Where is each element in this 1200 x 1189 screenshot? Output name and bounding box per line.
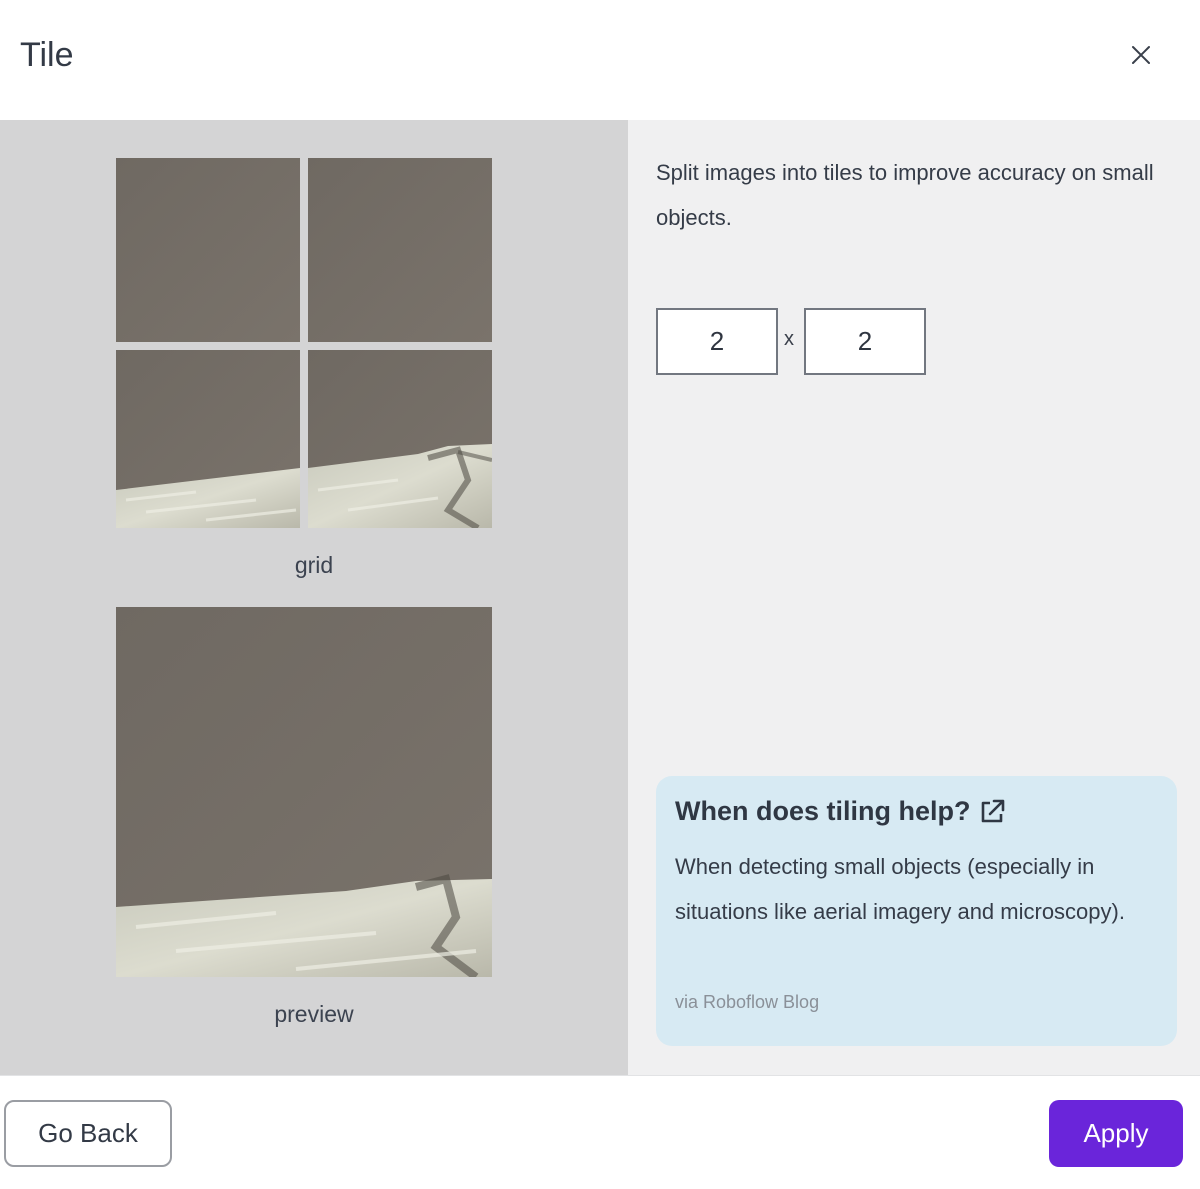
tile-settings-panel: Split images into tiles to improve accur…: [628, 120, 1200, 1075]
grid-tile-bottom-left: [116, 350, 300, 528]
tiling-help-body: When detecting small objects (especially…: [675, 854, 1125, 924]
columns-input[interactable]: [656, 308, 778, 375]
dialog-footer: Go Back Apply: [0, 1075, 1200, 1189]
preview-caption: preview: [274, 1001, 354, 1027]
external-link-icon: [982, 799, 1005, 822]
tile-preview-panel: grid preview: [0, 120, 628, 1075]
close-button[interactable]: [1124, 38, 1158, 72]
rows-input[interactable]: [804, 308, 926, 375]
dialog-header: Tile: [0, 0, 1200, 120]
grid-tile-top-right: [308, 158, 492, 342]
tiling-help-card: When does tiling help? When detecting sm…: [656, 776, 1177, 1046]
tiling-help-link[interactable]: When does tiling help?: [675, 796, 1006, 827]
grid-tile-bottom-right: [308, 350, 492, 528]
dialog-title: Tile: [20, 36, 74, 74]
tile-description: Split images into tiles to improve accur…: [656, 160, 1154, 230]
go-back-button[interactable]: Go Back: [4, 1100, 172, 1167]
tiling-help-title: When does tiling help?: [675, 796, 971, 826]
times-symbol: x: [784, 328, 794, 350]
grid-tile-top-left: [116, 158, 300, 342]
preview-image: [116, 607, 492, 977]
close-icon: [1132, 46, 1150, 64]
grid-caption: grid: [294, 552, 334, 578]
apply-button[interactable]: Apply: [1049, 1100, 1183, 1167]
tiling-help-source: via Roboflow Blog: [675, 992, 820, 1012]
